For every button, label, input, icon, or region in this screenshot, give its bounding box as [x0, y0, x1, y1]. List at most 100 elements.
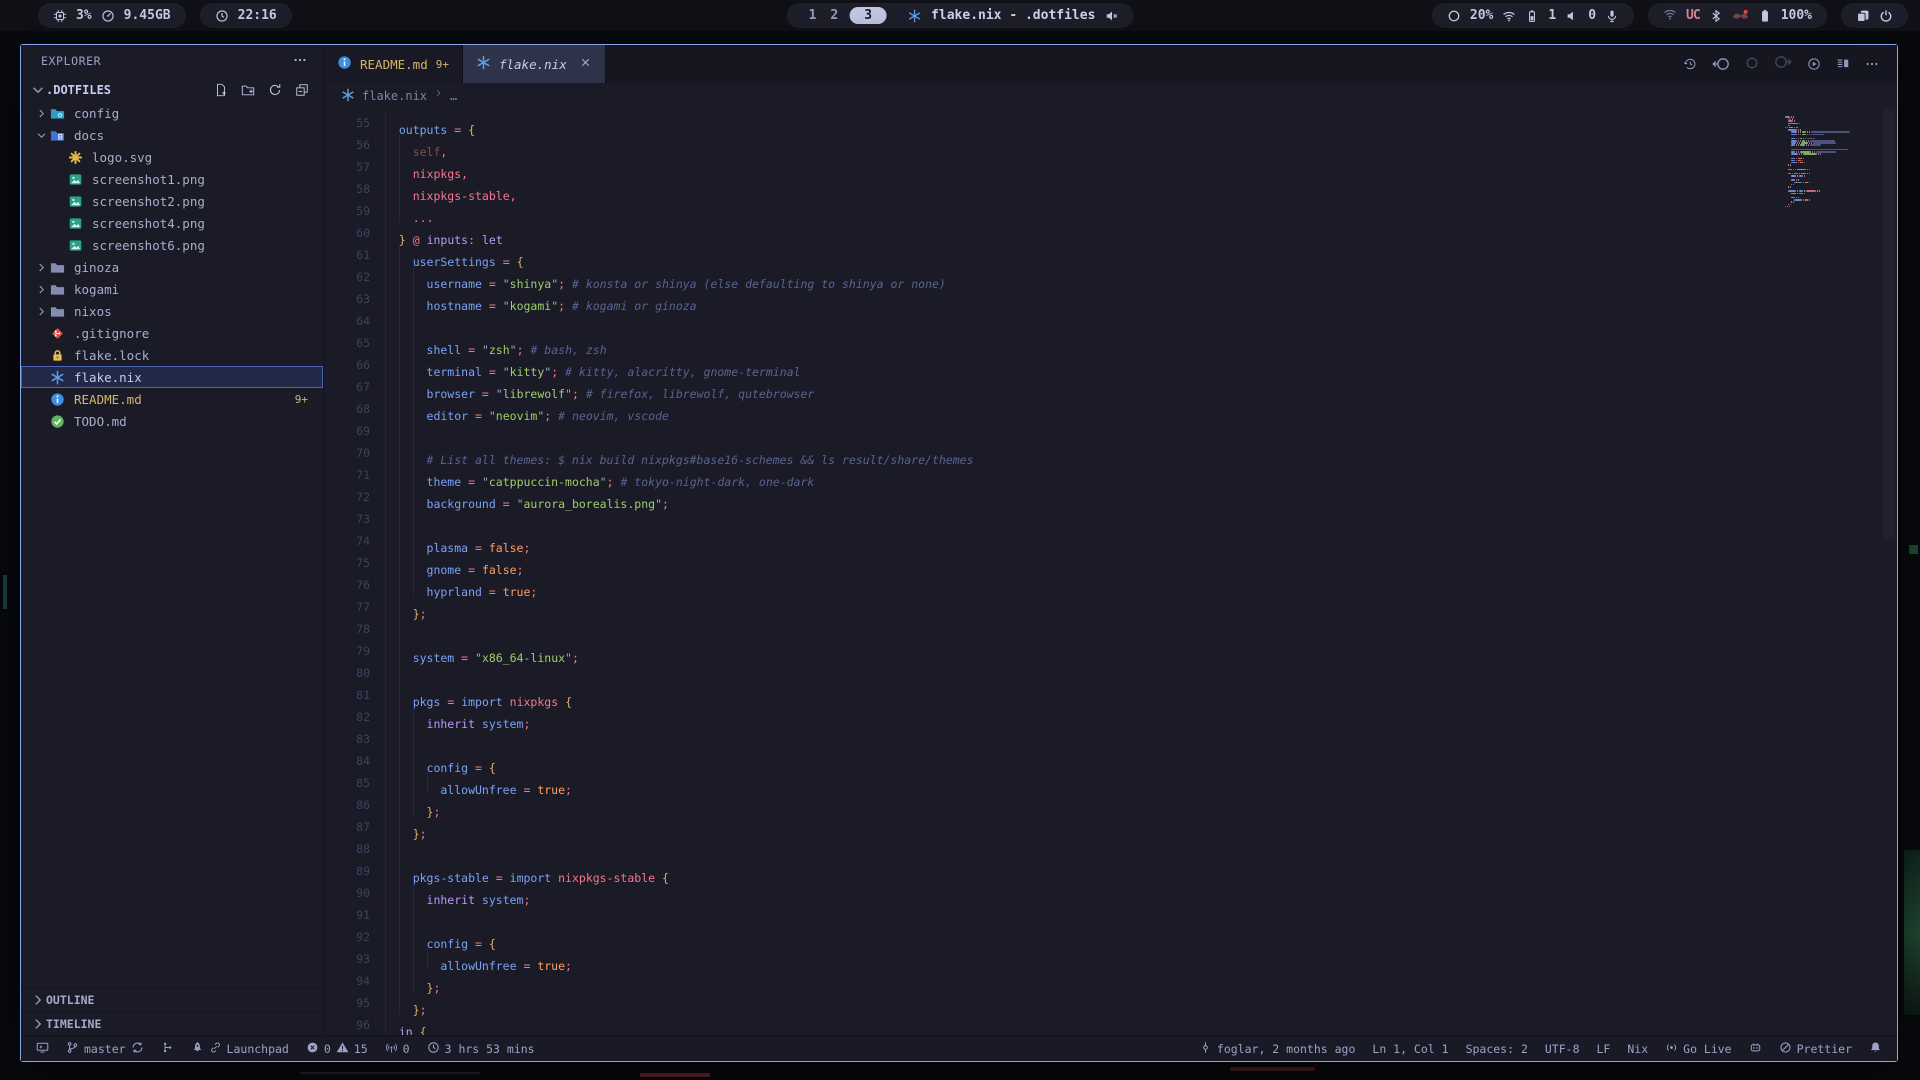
- statusbar-cursor-position[interactable]: Ln 1, Col 1: [1372, 1042, 1448, 1056]
- collapse-folders-icon[interactable]: [295, 83, 309, 97]
- navigate-forward-icon[interactable]: [1774, 54, 1792, 74]
- new-folder-icon[interactable]: [241, 83, 255, 97]
- minimap[interactable]: [1782, 116, 1870, 208]
- code-line[interactable]: 83: [324, 728, 1897, 750]
- breadcrumb-symbol[interactable]: …: [450, 89, 457, 103]
- statusbar-language-mode[interactable]: Nix: [1627, 1042, 1648, 1056]
- tree-item-flake-lock[interactable]: flake.lock: [21, 344, 323, 366]
- editor-scrollbar[interactable]: [1883, 109, 1895, 539]
- tab-flake-nix[interactable]: flake.nix: [463, 45, 606, 83]
- code-line[interactable]: 67browser = "librewolf"; # firefox, libr…: [324, 376, 1897, 398]
- code-line[interactable]: 74plasma = false;: [324, 530, 1897, 552]
- tree-item-config[interactable]: config: [21, 102, 323, 124]
- code-line[interactable]: 77};: [324, 596, 1897, 618]
- statusbar-git-blame[interactable]: foglar, 2 months ago: [1199, 1041, 1355, 1057]
- code-line[interactable]: 56self,: [324, 134, 1897, 156]
- code-line[interactable]: 55outputs = {: [324, 112, 1897, 134]
- code-line[interactable]: 60} @ inputs: let: [324, 222, 1897, 244]
- statusbar-prettier[interactable]: Prettier: [1779, 1041, 1852, 1057]
- code-line[interactable]: 89pkgs-stable = import nixpkgs-stable {: [324, 860, 1897, 882]
- microphone-icon[interactable]: [1605, 9, 1619, 23]
- code-line[interactable]: 79system = "x86_64-linux";: [324, 640, 1897, 662]
- code-line[interactable]: 64: [324, 310, 1897, 332]
- navigate-back-icon[interactable]: [1712, 56, 1730, 72]
- code-line[interactable]: 63hostname = "kogami"; # kogami or ginoz…: [324, 288, 1897, 310]
- bluetooth-icon[interactable]: [1709, 9, 1723, 23]
- statusbar-indentation[interactable]: Spaces: 2: [1466, 1042, 1528, 1056]
- code-line[interactable]: 95};: [324, 992, 1897, 1014]
- statusbar-eol[interactable]: LF: [1597, 1042, 1611, 1056]
- volume-muted-icon[interactable]: [1104, 9, 1118, 23]
- code-line[interactable]: 88: [324, 838, 1897, 860]
- speaker-icon[interactable]: [1565, 9, 1579, 23]
- code-line[interactable]: 82inherit system;: [324, 706, 1897, 728]
- tree-item-logo-svg[interactable]: logo.svg: [21, 146, 323, 168]
- statusbar-go-live[interactable]: Go Live: [1665, 1041, 1731, 1057]
- tab-readme-md[interactable]: README.md9+: [324, 45, 463, 83]
- nav-circle-icon[interactable]: [1745, 55, 1759, 74]
- run-or-debug-icon[interactable]: [1807, 57, 1821, 71]
- code-line[interactable]: 66terminal = "kitty"; # kitty, alacritty…: [324, 354, 1897, 376]
- statusbar-remote-indicator[interactable]: [36, 1041, 49, 1057]
- statusbar-encoding[interactable]: UTF-8: [1545, 1042, 1580, 1056]
- statusbar-git-branch[interactable]: master: [66, 1041, 144, 1057]
- brightness-icon[interactable]: [1447, 9, 1461, 23]
- code-line[interactable]: 92config = {: [324, 926, 1897, 948]
- code-editor[interactable]: 55outputs = {56self,57nixpkgs,58nixpkgs-…: [324, 109, 1897, 1035]
- code-line[interactable]: 59...: [324, 200, 1897, 222]
- statusbar-wakatime[interactable]: 3 hrs 53 mins: [427, 1041, 535, 1057]
- code-line[interactable]: 71theme = "catppuccin-mocha"; # tokyo-ni…: [324, 464, 1897, 486]
- workspace-3[interactable]: 3: [849, 7, 887, 24]
- explorer-more-actions-icon[interactable]: [293, 53, 307, 70]
- code-line[interactable]: 78: [324, 618, 1897, 640]
- tree-item-nixos[interactable]: nixos: [21, 300, 323, 322]
- tree-item-flake-nix[interactable]: flake.nix: [21, 366, 323, 388]
- tree-item-todo-md[interactable]: TODO.md: [21, 410, 323, 432]
- code-line[interactable]: 70# List all themes: $ nix build nixpkgs…: [324, 442, 1897, 464]
- code-line[interactable]: 94};: [324, 970, 1897, 992]
- timeline-history-icon[interactable]: [1683, 57, 1697, 71]
- code-line[interactable]: 62username = "shinya"; # konsta or shiny…: [324, 266, 1897, 288]
- keyboard-battery-icon[interactable]: [1525, 9, 1539, 23]
- code-line[interactable]: 73: [324, 508, 1897, 530]
- code-line[interactable]: 69: [324, 420, 1897, 442]
- power-icon[interactable]: [1879, 9, 1893, 23]
- code-line[interactable]: 72background = "aurora_borealis.png";: [324, 486, 1897, 508]
- code-line[interactable]: 86};: [324, 794, 1897, 816]
- code-line[interactable]: 93allowUnfree = true;: [324, 948, 1897, 970]
- tree-item-screenshot1-png[interactable]: screenshot1.png: [21, 168, 323, 190]
- outline-section[interactable]: OUTLINE: [21, 987, 323, 1011]
- split-editor-icon[interactable]: [1836, 57, 1850, 71]
- tree-item-docs[interactable]: docs: [21, 124, 323, 146]
- code-line[interactable]: 84config = {: [324, 750, 1897, 772]
- code-line[interactable]: 65shell = "zsh"; # bash, zsh: [324, 332, 1897, 354]
- code-line[interactable]: 80: [324, 662, 1897, 684]
- code-line[interactable]: 96in {: [324, 1014, 1897, 1035]
- uc-tray-icon[interactable]: UC: [1686, 8, 1700, 23]
- moustache-tray-icon[interactable]: [1732, 9, 1749, 22]
- editor-more-actions-icon[interactable]: [1865, 57, 1879, 71]
- statusbar-launchpad[interactable]: Launchpad: [191, 1041, 289, 1057]
- workspace-2[interactable]: 2: [823, 8, 845, 23]
- tree-item-kogami[interactable]: kogami: [21, 278, 323, 300]
- network-tray-icon[interactable]: [1663, 7, 1677, 25]
- code-line[interactable]: 87};: [324, 816, 1897, 838]
- new-file-icon[interactable]: [214, 83, 228, 97]
- code-line[interactable]: 91: [324, 904, 1897, 926]
- workspace-root-row[interactable]: .DOTFILES: [21, 77, 323, 102]
- code-line[interactable]: 76hyprland = true;: [324, 574, 1897, 596]
- wifi-icon[interactable]: [1502, 9, 1516, 23]
- code-line[interactable]: 61userSettings = {: [324, 244, 1897, 266]
- code-line[interactable]: 57nixpkgs,: [324, 156, 1897, 178]
- code-line[interactable]: 85allowUnfree = true;: [324, 772, 1897, 794]
- statusbar-ports-forwarded[interactable]: 0: [385, 1041, 410, 1057]
- close-tab-icon[interactable]: [579, 56, 592, 72]
- statusbar-copilot[interactable]: [1749, 1041, 1762, 1057]
- tree-item-ginoza[interactable]: ginoza: [21, 256, 323, 278]
- statusbar-git-graph[interactable]: [161, 1041, 174, 1057]
- timeline-section[interactable]: TIMELINE: [21, 1011, 323, 1035]
- code-line[interactable]: 75gnome = false;: [324, 552, 1897, 574]
- code-line[interactable]: 58nixpkgs-stable,: [324, 178, 1897, 200]
- code-line[interactable]: 68editor = "neovim"; # neovim, vscode: [324, 398, 1897, 420]
- clipboard-icon[interactable]: [1856, 9, 1870, 23]
